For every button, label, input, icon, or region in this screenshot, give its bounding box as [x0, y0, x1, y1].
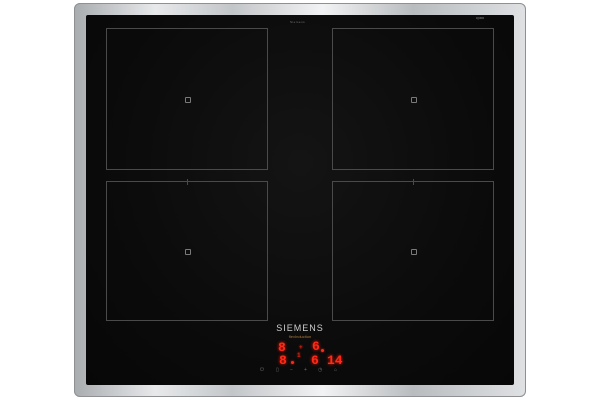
display-row2-right: 14	[327, 353, 343, 368]
zone-select-button[interactable]: ▯	[276, 367, 279, 373]
display-row2-mid: 6	[311, 353, 319, 368]
series-badge: iQ300	[476, 16, 485, 20]
display-row1-plus: +	[299, 344, 303, 351]
display-indicator: 1	[297, 352, 301, 359]
power-button[interactable]: ⏻	[260, 367, 264, 373]
zone-center-marker	[185, 249, 191, 255]
status-led	[321, 349, 324, 352]
lock-button[interactable]: ⌂	[334, 367, 337, 373]
top-brand-text: Siemens	[290, 20, 306, 24]
zone-join-mark	[187, 179, 188, 185]
zone-join-mark	[413, 179, 414, 185]
plus-button[interactable]: +	[304, 367, 307, 373]
zone-top-left	[106, 28, 268, 170]
zone-bottom-left	[106, 179, 268, 321]
display-row2-left: 8	[279, 353, 287, 368]
zone-center-marker	[411, 97, 417, 103]
status-led	[291, 361, 294, 364]
brand-subtitle: flexInduction	[288, 334, 312, 339]
timer-button[interactable]: ◷	[318, 367, 322, 373]
minus-button[interactable]: −	[290, 367, 293, 373]
zone-center-marker	[411, 249, 417, 255]
zone-center-marker	[185, 97, 191, 103]
zone-top-right	[332, 28, 494, 170]
display-row1-right: 6	[312, 339, 320, 354]
brand-logo-text: SIEMENS	[276, 323, 324, 333]
zone-bottom-right	[332, 179, 494, 321]
